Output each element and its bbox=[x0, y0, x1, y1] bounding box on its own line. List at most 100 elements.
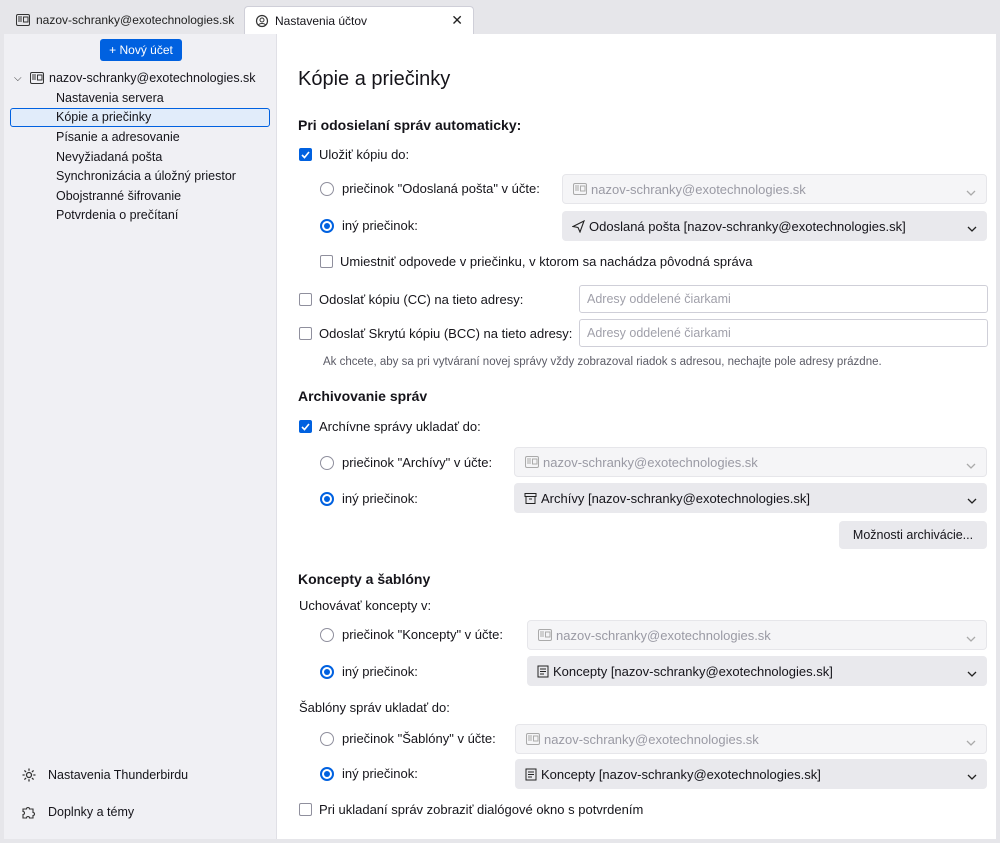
radio-button[interactable] bbox=[320, 181, 334, 196]
radio-archive-account[interactable]: priečinok "Archívy" v účte: bbox=[320, 455, 492, 470]
radio-button-selected[interactable] bbox=[320, 218, 334, 233]
chevron-down-icon bbox=[966, 457, 976, 472]
checkbox[interactable] bbox=[299, 293, 312, 306]
select-value: nazov-schranky@exotechnologies.sk bbox=[556, 627, 771, 643]
sidebar-item-copies-folders[interactable]: Kópie a priečinky bbox=[10, 108, 270, 127]
mail-account-icon bbox=[573, 183, 587, 195]
radio-button-selected[interactable] bbox=[320, 664, 334, 679]
templates-label: Šablóny správ ukladať do: bbox=[299, 700, 450, 715]
radio-sent-other[interactable]: iný priečinok: bbox=[320, 218, 418, 233]
tab-bar: nazov-schranky@exotechnologies.sk Nastav… bbox=[4, 6, 996, 34]
radio-button[interactable] bbox=[320, 731, 334, 746]
sent-account-select: nazov-schranky@exotechnologies.sk bbox=[562, 174, 987, 204]
radio-templates-other[interactable]: iný priečinok: bbox=[320, 766, 418, 781]
mail-account-icon bbox=[16, 13, 30, 27]
sidebar-item-server-settings[interactable]: Nastavenia servera bbox=[56, 91, 164, 105]
drafts-account-select: nazov-schranky@exotechnologies.sk bbox=[527, 620, 987, 650]
templates-account-select: nazov-schranky@exotechnologies.sk bbox=[515, 724, 987, 754]
cc-address-input[interactable]: Adresy oddelené čiarkami bbox=[579, 285, 988, 313]
bcc-label: Odoslať Skrytú kópiu (BCC) na tieto adre… bbox=[319, 326, 573, 341]
select-value: Koncepty [nazov-schranky@exotechnologies… bbox=[541, 766, 821, 782]
sidebar-item-composition[interactable]: Písanie a adresovanie bbox=[56, 130, 180, 144]
page-title: Kópie a priečinky bbox=[298, 68, 451, 90]
radio-label: iný priečinok: bbox=[342, 491, 418, 506]
chevron-down-icon bbox=[967, 220, 977, 235]
save-copy-label: Uložiť kópiu do: bbox=[319, 147, 410, 162]
puzzle-icon bbox=[20, 804, 38, 820]
radio-archive-other[interactable]: iný priečinok: bbox=[320, 491, 418, 506]
tab-account-settings[interactable]: Nastavenia účtov ✕ bbox=[244, 6, 474, 34]
radio-templates-account[interactable]: priečinok "Šablóny" v účte: bbox=[320, 731, 496, 746]
radio-drafts-account[interactable]: priečinok "Koncepty" v účte: bbox=[320, 627, 503, 642]
archive-folder-select[interactable]: Archívy [nazov-schranky@exotechnologies.… bbox=[514, 483, 987, 513]
mail-account-icon bbox=[538, 629, 552, 641]
radio-label: iný priečinok: bbox=[342, 664, 418, 679]
select-value: nazov-schranky@exotechnologies.sk bbox=[544, 731, 759, 747]
checkbox[interactable] bbox=[299, 803, 312, 816]
radio-drafts-other[interactable]: iný priečinok: bbox=[320, 664, 418, 679]
chevron-down-icon bbox=[966, 734, 976, 749]
archive-account-select: nazov-schranky@exotechnologies.sk bbox=[514, 447, 987, 477]
mail-account-icon bbox=[30, 72, 44, 84]
radio-label: iný priečinok: bbox=[342, 218, 418, 233]
mail-account-icon bbox=[526, 733, 540, 745]
select-value: Archívy [nazov-schranky@exotechnologies.… bbox=[541, 490, 810, 506]
chevron-down-icon bbox=[967, 665, 977, 680]
sidebar-item-junk[interactable]: Nevyžiadaná pošta bbox=[56, 150, 162, 164]
archive-icon bbox=[524, 492, 537, 505]
chevron-down-icon bbox=[966, 184, 976, 199]
select-value: Odoslaná pošta [nazov-schranky@exotechno… bbox=[589, 218, 906, 234]
radio-label: priečinok "Koncepty" v účte: bbox=[342, 627, 503, 642]
chevron-down-icon bbox=[966, 630, 976, 645]
sending-heading: Pri odosielaní správ automaticky: bbox=[298, 117, 522, 133]
app-window: nazov-schranky@exotechnologies.sk Nastav… bbox=[0, 0, 1000, 843]
radio-sent-account[interactable]: priečinok "Odoslaná pošta" v účte: bbox=[320, 181, 540, 196]
archive-checkbox[interactable]: Archívne správy ukladať do: bbox=[299, 419, 481, 434]
radio-button[interactable] bbox=[320, 455, 334, 470]
send-icon bbox=[572, 219, 585, 233]
thunderbird-settings-link[interactable]: Nastavenia Thunderbirdu bbox=[20, 767, 188, 783]
checkbox-checked[interactable] bbox=[299, 148, 312, 161]
save-copy-checkbox[interactable]: Uložiť kópiu do: bbox=[299, 147, 409, 162]
drafts-folder-select[interactable]: Koncepty [nazov-schranky@exotechnologies… bbox=[527, 656, 987, 686]
drafts-heading: Koncepty a šablóny bbox=[298, 571, 431, 587]
radio-button-selected[interactable] bbox=[320, 766, 334, 781]
tab-label: Nastavenia účtov bbox=[275, 13, 368, 28]
footer-label: Doplnky a témy bbox=[48, 805, 135, 819]
new-account-button[interactable]: + Nový účet bbox=[100, 39, 182, 61]
bcc-address-input[interactable]: Adresy oddelené čiarkami bbox=[579, 319, 988, 347]
chevron-down-icon[interactable]: ⌵ bbox=[14, 73, 26, 84]
checkbox[interactable] bbox=[320, 255, 333, 268]
sent-folder-select[interactable]: Odoslaná pošta [nazov-schranky@exotechno… bbox=[562, 211, 987, 241]
checkbox-checked[interactable] bbox=[299, 420, 312, 433]
sidebar-item-receipts[interactable]: Potvrdenia o prečítaní bbox=[56, 208, 178, 222]
select-value: Koncepty [nazov-schranky@exotechnologies… bbox=[553, 663, 833, 679]
select-value: nazov-schranky@exotechnologies.sk bbox=[543, 454, 758, 470]
close-icon[interactable]: ✕ bbox=[451, 12, 463, 29]
radio-label: iný priečinok: bbox=[342, 766, 418, 781]
place-replies-checkbox[interactable]: Umiestniť odpovede v priečinku, v ktorom… bbox=[320, 254, 752, 269]
confirm-dialog-checkbox[interactable]: Pri ukladaní správ zobraziť dialógové ok… bbox=[299, 802, 643, 817]
archive-options-button[interactable]: Možnosti archivácie... bbox=[839, 521, 987, 549]
drafts-label: Uchovávať koncepty v: bbox=[299, 598, 432, 613]
checkbox[interactable] bbox=[299, 327, 312, 340]
templates-folder-select[interactable]: Koncepty [nazov-schranky@exotechnologies… bbox=[515, 759, 987, 789]
chevron-down-icon bbox=[967, 768, 977, 783]
addons-themes-link[interactable]: Doplnky a témy bbox=[20, 804, 134, 820]
footer-label: Nastavenia Thunderbirdu bbox=[48, 768, 189, 782]
settings-panel: Kópie a priečinky Pri odosielaní správ a… bbox=[277, 34, 996, 839]
gear-icon bbox=[20, 767, 38, 783]
tab-mail-account[interactable]: nazov-schranky@exotechnologies.sk bbox=[8, 6, 248, 34]
radio-button-selected[interactable] bbox=[320, 491, 334, 506]
sidebar-item-sync[interactable]: Synchronizácia a úložný priestor bbox=[56, 169, 236, 183]
bcc-checkbox[interactable]: Odoslať Skrytú kópiu (BCC) na tieto adre… bbox=[299, 326, 572, 341]
sidebar: + Nový účet ⌵ nazov-schranky@exotechnolo… bbox=[4, 34, 277, 839]
tab-label: nazov-schranky@exotechnologies.sk bbox=[36, 13, 235, 27]
sidebar-item-e2e-encryption[interactable]: Obojstranné šifrovanie bbox=[56, 189, 181, 203]
cc-checkbox[interactable]: Odoslať kópiu (CC) na tieto adresy: bbox=[299, 292, 523, 307]
select-value: nazov-schranky@exotechnologies.sk bbox=[591, 181, 806, 197]
account-tree-item[interactable]: ⌵ nazov-schranky@exotechnologies.sk bbox=[14, 71, 256, 85]
drafts-icon bbox=[537, 665, 549, 678]
radio-label: priečinok "Odoslaná pošta" v účte: bbox=[342, 181, 540, 196]
radio-button[interactable] bbox=[320, 627, 334, 642]
